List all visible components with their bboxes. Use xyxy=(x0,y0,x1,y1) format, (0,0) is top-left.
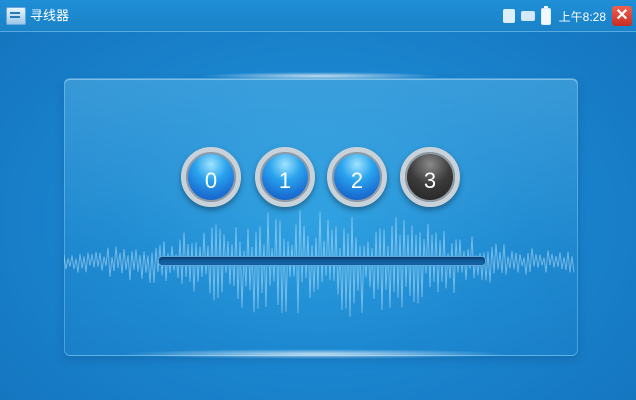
network-icon xyxy=(520,11,535,21)
close-button[interactable]: ✕ xyxy=(612,6,632,26)
clock: 上午8:28 xyxy=(558,9,606,24)
window-title: 寻线器 xyxy=(30,8,70,23)
pair-button-1[interactable]: 1 xyxy=(255,147,315,207)
sd-card-icon xyxy=(502,9,515,23)
pair-button-0[interactable]: 0 xyxy=(181,147,241,207)
pair-button-3[interactable]: 3 xyxy=(400,147,460,207)
signal-progress-bar xyxy=(158,256,486,266)
pair-button-2[interactable]: 2 xyxy=(327,147,387,207)
title-bar: 寻线器 上午8:28 ✕ xyxy=(0,0,636,32)
waveform-graphic xyxy=(64,210,575,317)
pair-label: 2 xyxy=(350,168,364,193)
pair-label: 0 xyxy=(204,168,218,193)
pair-label: 3 xyxy=(423,168,437,193)
app-icon xyxy=(6,7,26,25)
panel-glow-bottom xyxy=(120,349,510,359)
pair-label: 1 xyxy=(278,168,292,193)
battery-icon xyxy=(540,5,551,25)
status-area: 上午8:28 xyxy=(502,5,606,26)
